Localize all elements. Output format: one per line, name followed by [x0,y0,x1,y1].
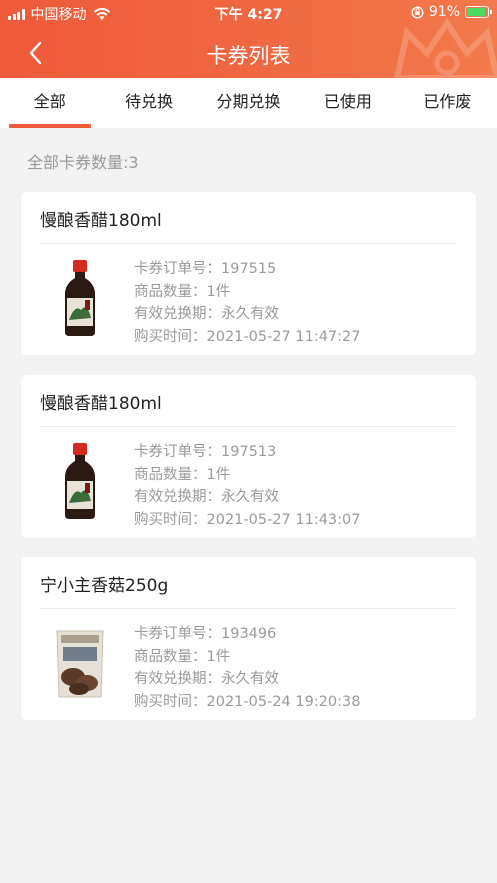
status-bar: 中国移动 下午 4:27 91% [0,0,497,26]
tab-installment[interactable]: 分期兑换 [199,78,298,128]
coupon-count: 全部卡券数量:3 [27,153,139,172]
vinegar-bottle-image [65,443,95,519]
order-number: 卡券订单号：197513 [134,444,277,460]
app-header: 中国移动 下午 4:27 91% 卡券列表 [0,0,497,78]
coupon-card[interactable]: 慢酿香醋180ml 卡券订单号：197513 商品数量：1件 有效兑换期：永久有… [21,375,476,538]
tab-voided[interactable]: 已作废 [398,78,497,128]
mushroom-bag-image [56,630,104,698]
quantity: 商品数量：1件 [134,466,231,483]
validity: 有效兑换期：永久有效 [134,489,279,505]
battery-icon [465,6,492,18]
purchase-time: 购买时间：2021-05-27 11:43:07 [134,511,361,528]
vinegar-bottle-image [65,260,95,336]
divider [40,426,456,427]
page-title: 卡券列表 [206,44,291,68]
coupon-details: 卡券订单号：193496 商品数量：1件 有效兑换期：永久有效 购买时间：202… [134,623,361,713]
tab-pending[interactable]: 待兑换 [99,78,198,128]
purchase-time: 购买时间：2021-05-27 11:47:27 [134,328,361,345]
tab-all[interactable]: 全部 [0,78,99,128]
coupon-details: 卡券订单号：197513 商品数量：1件 有效兑换期：永久有效 购买时间：202… [134,441,361,531]
coupon-title: 宁小主香菇250g [40,576,169,596]
nav-bar: 卡券列表 [0,28,497,78]
validity: 有效兑换期：永久有效 [134,671,279,687]
divider [40,243,456,244]
orientation-lock-icon [411,5,424,19]
divider [40,608,456,609]
order-number: 卡券订单号：197515 [134,261,277,277]
quantity: 商品数量：1件 [134,648,231,665]
order-number: 卡券订单号：193496 [134,626,277,642]
coupon-card[interactable]: 宁小主香菇250g 卡券订单号：193496 商品数量：1件 有效兑换期：永久有… [21,557,476,720]
battery-percent: 91% [428,4,460,20]
coupon-title: 慢酿香醋180ml [40,211,162,231]
quantity: 商品数量：1件 [134,283,231,300]
coupon-card[interactable]: 慢酿香醋180ml 卡券订单号：197515 商品数量：1件 有效兑换期：永久有… [21,192,476,355]
coupon-title: 慢酿香醋180ml [40,394,162,414]
purchase-time: 购买时间：2021-05-24 19:20:38 [134,693,361,710]
validity: 有效兑换期：永久有效 [134,306,279,322]
coupon-details: 卡券订单号：197515 商品数量：1件 有效兑换期：永久有效 购买时间：202… [134,258,361,348]
tab-used[interactable]: 已使用 [298,78,397,128]
tab-bar: 全部 待兑换 分期兑换 已使用 已作废 [0,78,497,128]
